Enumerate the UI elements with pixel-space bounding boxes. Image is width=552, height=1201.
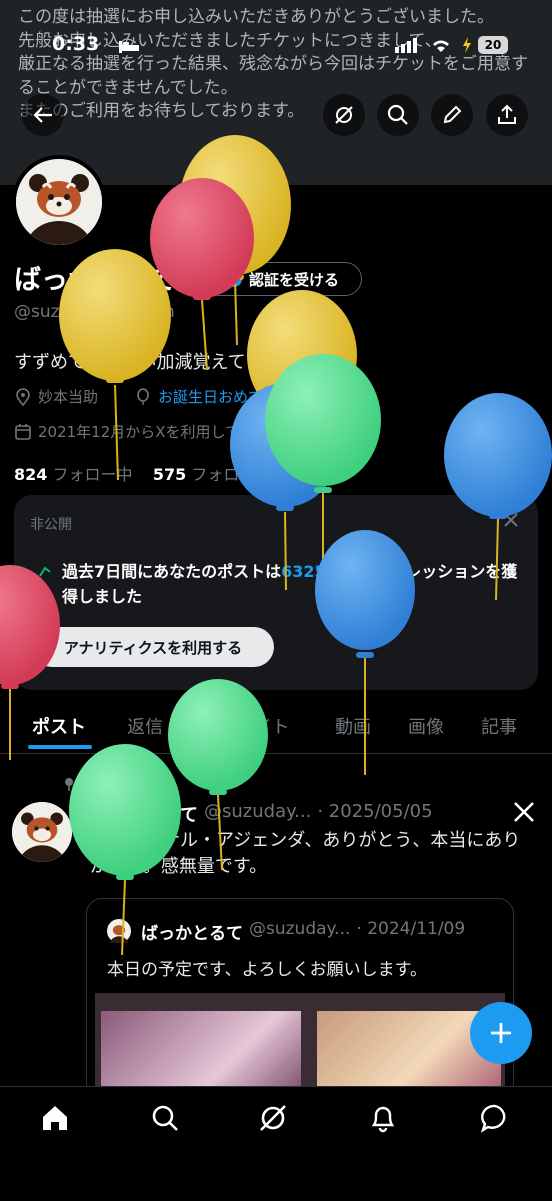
- tab-images[interactable]: 画像: [408, 713, 444, 739]
- joined-text: 2021年12月からXを利用しています: [38, 423, 286, 441]
- analytics-button[interactable]: アナリティクスを利用する: [32, 627, 274, 667]
- balloon-icon: [137, 387, 149, 405]
- quote-date: · 2024/11/09: [356, 919, 466, 939]
- profile-joined: 2021年12月からXを利用しています ›: [14, 421, 297, 442]
- x-logo-icon: [512, 800, 536, 828]
- following-label: フォロー中: [52, 465, 133, 484]
- grok-icon: [335, 106, 353, 124]
- follow-stats: 824 フォロー中 575 フォロワー: [14, 461, 271, 485]
- profile-birthday: お誕生日おめでとうございます。: [134, 386, 382, 407]
- followers-label: フォロワー: [191, 465, 272, 484]
- back-button[interactable]: [22, 94, 64, 136]
- quote-text: 本日の予定です、よろしくお願いします。: [107, 960, 427, 980]
- quote-avatar: [107, 919, 131, 954]
- grok-icon: [260, 1105, 286, 1131]
- edit-button[interactable]: [431, 94, 473, 136]
- avatar[interactable]: [12, 155, 106, 249]
- pin-icon: [65, 778, 73, 791]
- nav-notifications-button[interactable]: [368, 1103, 398, 1133]
- signal-icon: [395, 38, 417, 53]
- nav-home-button[interactable]: [40, 1103, 70, 1133]
- quote-handle: @suzuday...: [249, 919, 351, 939]
- quote-header: ばっかとるて @suzuday... · 2024/11/09: [141, 919, 465, 944]
- plus-icon: [491, 1023, 511, 1043]
- tab-articles[interactable]: 記事: [481, 713, 517, 739]
- analytics-card: 非公開 過去7日間にあなたのポストは6325件のインプレッションを獲得しました …: [14, 495, 538, 690]
- nav-messages-button[interactable]: [480, 1103, 510, 1133]
- red-panda-avatar-image: [12, 802, 72, 862]
- following-count: 824: [14, 465, 48, 484]
- following-link[interactable]: 824 フォロー中: [14, 465, 133, 484]
- followers-count: 575: [152, 465, 187, 484]
- post-header: ばっかとるて @suzuday... · 2025/05/05: [90, 801, 433, 827]
- compose-button[interactable]: [470, 1002, 532, 1064]
- location-icon: [16, 387, 30, 406]
- tab-highlights[interactable]: ハイライト: [200, 713, 290, 739]
- post-text: サブリミナル・アジェンダ、ありがとう、本当にありがとう。感無量です。: [90, 830, 521, 877]
- impressions-count: 6325件: [281, 562, 342, 581]
- chevron-right-icon[interactable]: ›: [291, 423, 297, 441]
- tab-posts[interactable]: ポスト: [32, 713, 86, 739]
- post-handle: @suzuday...: [204, 801, 312, 822]
- share-icon: [498, 104, 516, 124]
- red-panda-avatar-image: [16, 159, 102, 245]
- tab-indicator: [28, 745, 92, 749]
- profile-bio: すずめです、いい加減覚えてください。: [14, 352, 336, 373]
- tab-replies[interactable]: 返信: [127, 713, 163, 739]
- red-panda-avatar-image: [109, 925, 129, 954]
- pinned-indicator: 固定: [62, 774, 112, 794]
- home-icon: [43, 1106, 67, 1130]
- message-icon: [480, 1104, 506, 1133]
- quote-author: ばっかとるて: [141, 924, 243, 944]
- post-author[interactable]: ばっかとるて: [90, 801, 198, 827]
- impressions-text: 過去7日間にあなたのポストは6325件のインプレッションを獲得しました: [62, 559, 522, 609]
- trend-icon: [38, 563, 52, 582]
- birthday-text[interactable]: お誕生日おめでとうございます。: [158, 386, 382, 407]
- post-avatar[interactable]: [12, 802, 72, 862]
- status-indicators: 20: [394, 36, 508, 54]
- bell-icon: [371, 1106, 395, 1133]
- battery-icon: 20: [462, 36, 508, 54]
- wifi-icon: [433, 40, 449, 52]
- status-time: 0:33: [52, 33, 100, 55]
- battery-level: 20: [478, 36, 508, 54]
- back-arrow-icon: [33, 107, 52, 123]
- impressions-text-part1: 過去7日間にあなたのポストは: [62, 562, 282, 581]
- tabs-divider: [0, 753, 552, 754]
- search-icon: [152, 1105, 178, 1131]
- verified-badge-icon: [225, 271, 242, 287]
- nav-search-button[interactable]: [150, 1103, 180, 1133]
- nav-grok-button[interactable]: [258, 1103, 288, 1133]
- quote-image[interactable]: [95, 993, 505, 1099]
- profile-name: ばっかとるて: [14, 265, 176, 296]
- post-date: · 2025/05/05: [317, 801, 433, 822]
- pinned-label: 固定: [84, 777, 112, 793]
- verify-button[interactable]: 認証を受ける: [202, 262, 362, 296]
- profile-location: 妙本当助: [14, 386, 98, 407]
- location-text: 妙本当助: [38, 388, 99, 406]
- verify-label: 認証を受ける: [248, 270, 339, 289]
- profile-handle: @suzudayoooooon: [14, 302, 175, 322]
- search-button[interactable]: [377, 94, 419, 136]
- grok-button[interactable]: [323, 94, 365, 136]
- search-icon: [387, 104, 408, 125]
- close-icon: [504, 513, 518, 527]
- calendar-icon: [15, 423, 31, 440]
- private-label: 非公開: [30, 517, 72, 533]
- close-button[interactable]: [502, 511, 520, 533]
- tab-videos[interactable]: 動画: [335, 713, 371, 739]
- followers-link[interactable]: 575 フォロワー: [153, 465, 272, 484]
- bed-icon: [118, 38, 140, 58]
- quoted-post[interactable]: ばっかとるて @suzuday... · 2024/11/09 本日の予定です、…: [86, 898, 514, 1100]
- share-button[interactable]: [486, 94, 528, 136]
- edit-icon: [443, 105, 462, 124]
